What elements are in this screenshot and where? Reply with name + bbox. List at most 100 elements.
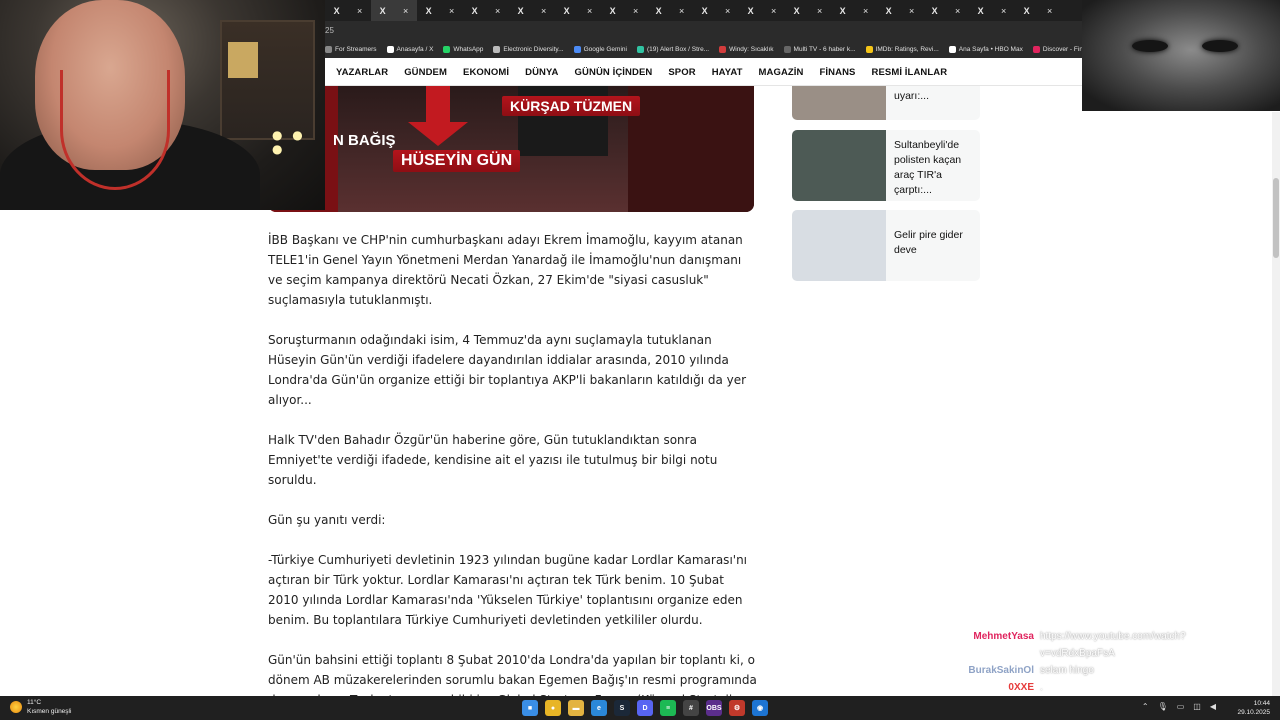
bookmark-item[interactable]: (19) Alert Box / Stre... [636,46,710,53]
nav-item[interactable]: DÜNYA [517,67,566,78]
chat-message: BurakSakinOl selam hingo [966,662,1226,679]
display-icon[interactable]: ▭ [1177,702,1185,711]
nav-item[interactable]: MAGAZİN [750,67,811,78]
sidebar-news-card-2[interactable]: Sultanbeyli'de polisten kaçan araç TIR'a… [792,130,980,201]
bookmark-item[interactable]: For Streamers [325,46,377,53]
steam-icon[interactable]: S [614,700,630,716]
windows-start-icon[interactable]: ■ [522,700,538,716]
browser-tab[interactable]: X × [371,0,417,21]
article-paragraph: Soruşturmanın odağındaki isim, 4 Temmuz'… [268,333,747,407]
weather-widget[interactable]: 11°C Kısmen güneşli [10,698,71,716]
page-scrollbar[interactable] [1272,112,1280,696]
sidebar-thumb [792,130,886,201]
chat-username: MehmetYasa [973,631,1034,642]
x-logo-icon: X [333,5,340,16]
bookmark-item[interactable]: Electronic Diversity... [493,46,564,53]
taskbar-clock[interactable]: 10:44 29.10.2025 [1237,699,1270,717]
close-icon[interactable]: × [633,6,638,16]
x-logo-icon: X [977,5,984,16]
chat-text: https://www.youtube.com/watch?v=vdRdxBpa… [1040,631,1186,659]
close-icon[interactable]: × [495,6,500,16]
browser-tab[interactable]: X × [785,0,831,21]
browser-tab[interactable]: X × [969,0,1015,21]
browser-tab[interactable]: X × [923,0,969,21]
background-shelf [220,20,315,140]
browser-tab[interactable]: X × [739,0,785,21]
obs-icon[interactable]: OBS [706,700,722,716]
browser-tab[interactable]: X × [831,0,877,21]
nav-item[interactable]: RESMİ İLANLAR [863,67,955,78]
bookmark-favicon-icon [443,46,451,53]
bookmark-item[interactable]: Ana Sayfa • HBO Max [948,46,1023,53]
browser-tab[interactable]: X × [463,0,509,21]
browser-tab[interactable]: X × [555,0,601,21]
address-fragment: 25 [325,26,334,35]
file-explorer-icon[interactable]: ▬ [568,700,584,716]
fairy-lights: ● ● ● [272,128,306,156]
bookmark-label: Ana Sayfa • HBO Max [958,46,1023,53]
nav-item[interactable]: HAYAT [704,67,751,78]
settings-icon[interactable]: ⚙ [729,700,745,716]
spotify-icon[interactable]: ≡ [660,700,676,716]
edge-icon[interactable]: e [591,700,607,716]
network-icon[interactable]: ◫ [1193,702,1201,711]
close-icon[interactable]: × [1047,6,1052,16]
bookmark-label: (19) Alert Box / Stre... [646,46,710,53]
close-icon[interactable]: × [403,6,408,16]
address-bar[interactable]: 25 [325,21,1082,41]
close-icon[interactable]: × [955,6,960,16]
chat-username: BurakSakinOl [968,665,1034,676]
browser-tab[interactable]: X × [647,0,693,21]
browser-tab[interactable]: X × [601,0,647,21]
taskbar-pinned-apps: ■ ● ▬ e S D ≡ # OBS ⚙ ◉ [522,700,768,716]
discord-icon[interactable]: D [637,700,653,716]
browser-tab[interactable]: X × [1015,0,1061,21]
site-navigation: YAZARLAR GÜNDEM EKONOMİ DÜNYA GÜNÜN İÇİNDEN S… [325,60,1082,86]
bookmark-favicon-icon [865,46,873,53]
close-icon[interactable]: × [541,6,546,16]
nav-item[interactable]: YAZARLAR [325,67,396,78]
browser-tab[interactable]: X × [325,0,371,21]
close-icon[interactable]: × [357,6,362,16]
sidebar-card-title: Gelir pire gider deve [894,229,963,256]
close-icon[interactable]: × [817,6,822,16]
close-icon[interactable]: × [909,6,914,16]
chrome-icon[interactable]: ● [545,700,561,716]
close-icon[interactable]: × [449,6,454,16]
chevron-up-icon[interactable]: ⌃ [1142,702,1149,711]
nav-item[interactable]: GÜNÜN İÇİNDEN [567,67,661,78]
bookmark-item[interactable]: Anasayfa / X [386,46,433,53]
browser-icon[interactable]: ◉ [752,700,768,716]
bookmark-item[interactable]: Windy: Sıcaklık [719,46,774,53]
browser-tab[interactable]: X × [877,0,923,21]
bookmark-item[interactable]: IMDb: Ratings, Revi... [865,46,939,53]
browser-tab[interactable]: X × [693,0,739,21]
close-icon[interactable]: × [771,6,776,16]
sun-icon [10,701,22,713]
bookmark-item[interactable]: Multi TV - 6 haber k... [783,46,856,53]
bookmark-item[interactable]: WhatsApp [443,46,483,53]
x-logo-icon: X [793,5,800,16]
nav-item[interactable]: GÜNDEM [396,67,455,78]
bookmark-favicon-icon [783,46,791,53]
close-icon[interactable]: × [1001,6,1006,16]
nav-item[interactable]: FİNANS [812,67,864,78]
microphone-icon[interactable]: 🎙︎ [1158,702,1168,711]
bookmark-item[interactable]: Google Gemini [573,46,627,53]
close-icon[interactable]: × [863,6,868,16]
browser-tab[interactable]: X × [417,0,463,21]
scrollbar-thumb[interactable] [1273,178,1279,258]
eye-left [1132,40,1168,52]
hero-arrow-shape [408,86,468,146]
x-logo-icon: X [885,5,892,16]
x-logo-icon: X [563,5,570,16]
volume-icon[interactable]: ◀︎ [1210,702,1216,711]
close-icon[interactable]: × [587,6,592,16]
close-icon[interactable]: × [679,6,684,16]
calculator-icon[interactable]: # [683,700,699,716]
close-icon[interactable]: × [725,6,730,16]
sidebar-news-card-3[interactable]: Gelir pire gider deve [792,210,980,281]
nav-item[interactable]: SPOR [660,67,703,78]
browser-tab[interactable]: X × [509,0,555,21]
nav-item[interactable]: EKONOMİ [455,67,517,78]
